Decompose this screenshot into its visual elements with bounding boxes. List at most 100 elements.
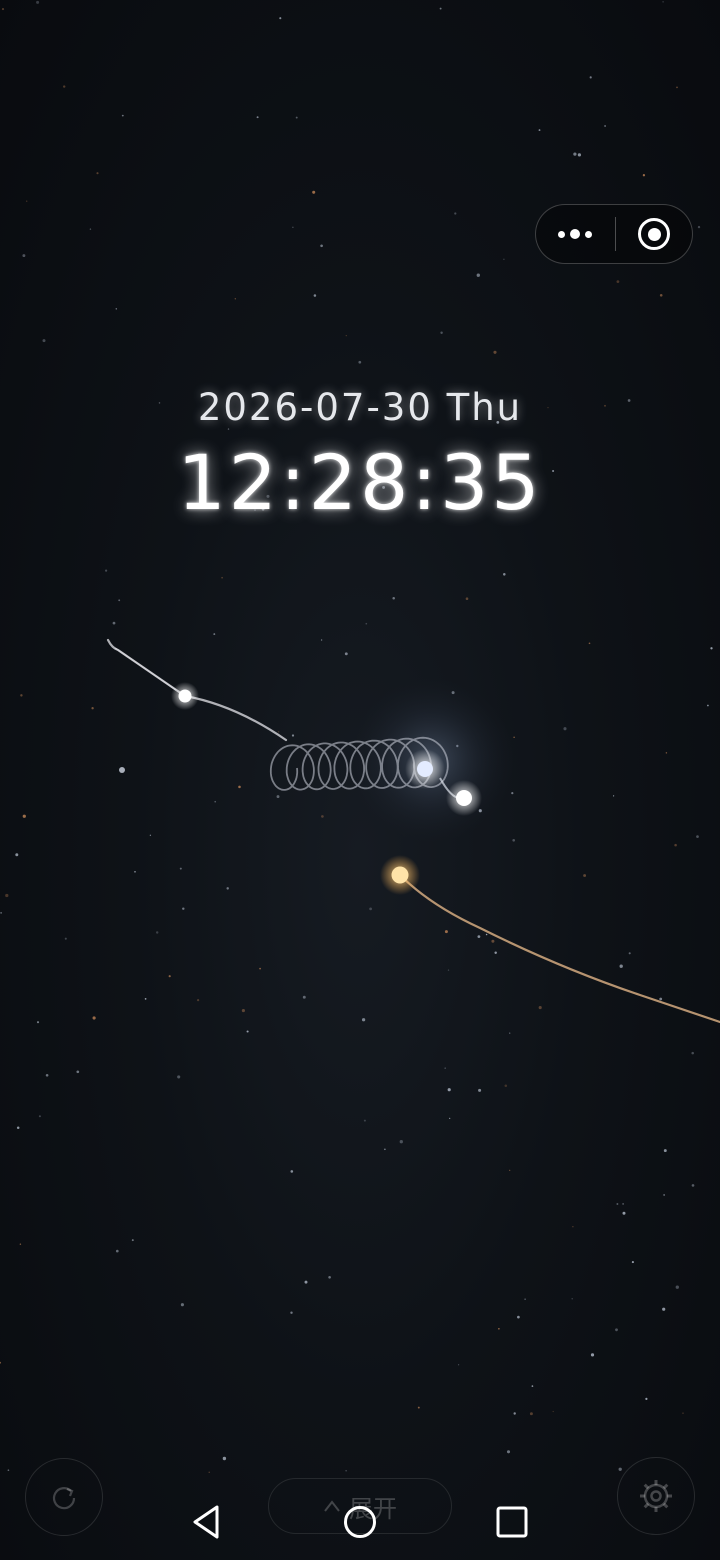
- background-star: [509, 1032, 511, 1034]
- background-star: [345, 1470, 347, 1472]
- background-star: [64, 937, 67, 940]
- background-star: [531, 1385, 534, 1387]
- background-star: [290, 1170, 294, 1173]
- background-star: [682, 1412, 684, 1414]
- background-star: [454, 212, 457, 215]
- background-star: [697, 225, 701, 229]
- background-star: [503, 573, 506, 576]
- background-star: [22, 254, 26, 258]
- background-star: [96, 172, 99, 175]
- background-star: [622, 1211, 626, 1215]
- nav-recent-button[interactable]: [472, 1484, 552, 1560]
- background-star: [226, 887, 229, 890]
- background-star: [513, 736, 515, 738]
- background-star: [676, 86, 678, 89]
- background-star: [517, 1315, 520, 1319]
- background-star: [524, 1298, 526, 1300]
- background-star: [392, 596, 395, 600]
- background-star: [313, 294, 317, 297]
- background-star: [498, 1328, 500, 1330]
- background-star: [5, 893, 9, 898]
- background-star: [710, 647, 713, 650]
- planet-trail-return: [114, 647, 177, 691]
- background-star: [361, 1018, 366, 1022]
- more-button[interactable]: [536, 205, 614, 263]
- background-star: [616, 280, 620, 283]
- background-star: [241, 1009, 245, 1013]
- background-star: [320, 244, 323, 248]
- system-navigation-bar: [0, 1484, 720, 1560]
- background-star: [15, 853, 19, 857]
- background-star: [604, 125, 607, 127]
- background-star: [168, 975, 171, 978]
- background-star: [302, 995, 306, 999]
- background-star: [588, 642, 591, 645]
- background-star: [563, 727, 567, 731]
- background-star: [365, 622, 368, 625]
- background-star: [665, 752, 668, 754]
- background-star: [642, 174, 646, 177]
- background-star: [477, 935, 481, 938]
- background-star: [118, 599, 121, 602]
- background-star: [659, 997, 663, 1001]
- background-star: [7, 1469, 10, 1472]
- distant-star: [119, 767, 125, 773]
- background-star: [16, 1126, 20, 1129]
- background-star: [622, 1203, 624, 1205]
- background-star: [36, 1021, 40, 1024]
- background-star: [619, 964, 623, 968]
- background-star: [177, 1075, 181, 1079]
- background-star: [92, 1016, 96, 1020]
- blue-star-body: [417, 761, 433, 777]
- background-star: [493, 350, 497, 354]
- background-star: [36, 0, 40, 4]
- background-star: [89, 228, 92, 230]
- background-star: [221, 576, 223, 579]
- background-star: [238, 785, 241, 789]
- background-star: [674, 843, 677, 847]
- close-button[interactable]: [616, 205, 692, 263]
- nav-back-button[interactable]: [166, 1484, 246, 1560]
- background-star: [504, 1084, 508, 1088]
- background-star: [509, 1169, 511, 1171]
- target-circle-icon: [638, 218, 670, 250]
- background-star: [38, 1115, 41, 1118]
- background-star: [345, 334, 347, 337]
- back-triangle-icon: [193, 1505, 219, 1539]
- background-star: [256, 116, 259, 119]
- background-star: [478, 1088, 482, 1092]
- background-star: [312, 190, 316, 194]
- background-star: [105, 569, 108, 572]
- background-star: [295, 116, 298, 119]
- background-star: [180, 1303, 184, 1307]
- background-star: [449, 1117, 451, 1120]
- background-star: [384, 1148, 386, 1151]
- background-star: [45, 1073, 49, 1077]
- background-star: [618, 1467, 622, 1471]
- background-star: [76, 1070, 80, 1074]
- nav-home-button[interactable]: [320, 1484, 400, 1560]
- background-star: [115, 308, 118, 310]
- background-star: [20, 694, 23, 697]
- background-star: [149, 834, 152, 836]
- background-star: [447, 969, 450, 971]
- background-star: [663, 1194, 665, 1196]
- background-star: [131, 1239, 134, 1242]
- background-star: [144, 998, 147, 1000]
- background-star: [447, 1088, 451, 1092]
- background-star: [691, 1051, 694, 1055]
- background-star: [691, 1184, 695, 1187]
- background-star: [290, 1311, 293, 1314]
- background-star: [631, 1261, 634, 1264]
- background-star: [292, 226, 294, 228]
- background-star: [457, 1364, 460, 1366]
- background-star: [0, 1361, 1, 1364]
- background-star: [399, 1140, 403, 1144]
- background-star: [363, 1119, 366, 1122]
- mini-program-capsule: [535, 204, 693, 264]
- background-star: [440, 331, 443, 335]
- background-star: [645, 1397, 648, 1401]
- background-star: [538, 129, 541, 132]
- background-star: [503, 258, 505, 261]
- background-star: [538, 1006, 542, 1010]
